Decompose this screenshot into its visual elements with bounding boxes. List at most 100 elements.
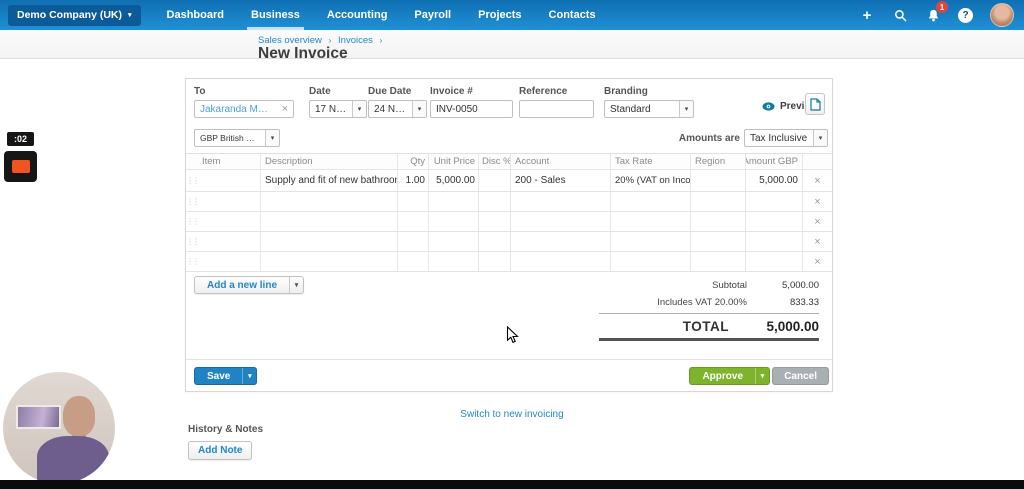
header-remove-column xyxy=(803,154,832,169)
header-qty: Qty xyxy=(398,154,429,169)
drag-handle-icon[interactable]: ⋮⋮ xyxy=(186,192,198,211)
switch-to-new-invoicing-link[interactable]: Switch to new invoicing xyxy=(460,409,563,420)
cell-description[interactable] xyxy=(261,192,398,211)
cancel-button[interactable]: Cancel xyxy=(772,367,829,385)
cell-description[interactable]: Supply and fit of new bathroom xyxy=(261,170,398,191)
nav-item-business[interactable]: Business xyxy=(247,0,304,30)
cell-description[interactable] xyxy=(261,252,398,271)
cell-account[interactable] xyxy=(511,212,611,231)
cell-unit-price[interactable] xyxy=(429,192,479,211)
branding-select[interactable]: Standard ▾ xyxy=(604,100,694,118)
branding-dropdown-icon[interactable]: ▾ xyxy=(679,101,693,117)
org-switcher[interactable]: Demo Company (UK) ▾ xyxy=(8,4,141,26)
cell-unit-price[interactable] xyxy=(429,232,479,251)
remove-row-icon[interactable]: × xyxy=(803,252,832,271)
cell-tax-rate[interactable] xyxy=(611,192,691,211)
to-field-group: To Jakaranda Maple ... × xyxy=(194,86,294,118)
chevron-down-icon: ▾ xyxy=(128,11,132,19)
due-date-field-group: Due Date 24 Nov 2021 ▾ xyxy=(368,86,427,118)
cell-amount[interactable] xyxy=(746,252,803,271)
cell-account[interactable] xyxy=(511,192,611,211)
cell-disc[interactable] xyxy=(479,212,511,231)
user-avatar[interactable] xyxy=(990,3,1014,27)
header-description: Description xyxy=(261,154,398,169)
drag-handle-icon[interactable]: ⋮⋮ xyxy=(186,170,198,191)
header-disc: Disc % xyxy=(479,154,511,169)
amounts-are-select[interactable]: Tax Inclusive ▾ xyxy=(744,129,828,147)
cell-disc[interactable] xyxy=(479,252,511,271)
cell-unit-price[interactable] xyxy=(429,252,479,271)
cell-description[interactable] xyxy=(261,232,398,251)
drag-handle-icon[interactable]: ⋮⋮ xyxy=(186,212,198,231)
nav-item-contacts[interactable]: Contacts xyxy=(549,0,596,30)
cell-item[interactable] xyxy=(198,192,261,211)
search-button[interactable] xyxy=(892,7,908,23)
amounts-are-dropdown-icon[interactable]: ▾ xyxy=(813,130,827,146)
cell-unit-price[interactable] xyxy=(429,212,479,231)
cell-amount[interactable] xyxy=(746,232,803,251)
cell-disc[interactable] xyxy=(479,192,511,211)
nav-item-projects[interactable]: Projects xyxy=(478,0,521,30)
due-date-dropdown-icon[interactable]: ▾ xyxy=(412,101,426,117)
cell-region[interactable] xyxy=(691,232,746,251)
cell-disc[interactable] xyxy=(479,232,511,251)
cell-unit-price[interactable]: 5,000.00 xyxy=(429,170,479,191)
cell-tax-rate[interactable]: 20% (VAT on Income) xyxy=(611,170,691,191)
add-new-button[interactable]: + xyxy=(859,7,875,23)
cell-disc[interactable] xyxy=(479,170,511,191)
cell-item[interactable] xyxy=(198,252,261,271)
date-dropdown-icon[interactable]: ▾ xyxy=(352,101,366,117)
date-input[interactable]: 17 Nov 2021 ▾ xyxy=(309,100,367,118)
nav-item-dashboard[interactable]: Dashboard xyxy=(167,0,224,30)
approve-button[interactable]: Approve ▾ xyxy=(689,367,770,385)
cell-qty[interactable]: 1.00 xyxy=(398,170,429,191)
cell-qty[interactable] xyxy=(398,252,429,271)
drag-handle-icon[interactable]: ⋮⋮ xyxy=(186,252,198,271)
remove-row-icon[interactable]: × xyxy=(803,232,832,251)
approve-dropdown-icon[interactable]: ▾ xyxy=(755,368,769,384)
cell-tax-rate[interactable] xyxy=(611,212,691,231)
save-button[interactable]: Save ▾ xyxy=(194,367,258,385)
cell-amount[interactable] xyxy=(746,212,803,231)
cell-account[interactable] xyxy=(511,232,611,251)
drag-handle-icon[interactable]: ⋮⋮ xyxy=(186,232,198,251)
save-dropdown-icon[interactable]: ▾ xyxy=(242,368,256,384)
add-line-dropdown-icon[interactable]: ▾ xyxy=(289,277,303,293)
cell-amount[interactable]: 5,000.00 xyxy=(746,170,803,191)
cell-description[interactable] xyxy=(261,212,398,231)
cell-tax-rate[interactable] xyxy=(611,232,691,251)
add-new-line-button[interactable]: Add a new line ▾ xyxy=(194,276,305,294)
currency-select[interactable]: GBP British Pound ▾ xyxy=(194,129,280,147)
clear-contact-icon[interactable]: × xyxy=(277,103,293,115)
cell-amount[interactable] xyxy=(746,192,803,211)
cell-account[interactable] xyxy=(511,252,611,271)
cell-item[interactable] xyxy=(198,212,261,231)
cell-item[interactable] xyxy=(198,170,261,191)
invoice-number-input[interactable]: INV-0050 xyxy=(430,100,513,118)
cell-region[interactable] xyxy=(691,170,746,191)
copy-invoice-button[interactable] xyxy=(805,93,825,115)
cell-region[interactable] xyxy=(691,252,746,271)
remove-row-icon[interactable]: × xyxy=(803,192,832,211)
add-note-button[interactable]: Add Note xyxy=(188,441,253,460)
cell-item[interactable] xyxy=(198,232,261,251)
nav-item-payroll[interactable]: Payroll xyxy=(414,0,451,30)
cell-qty[interactable] xyxy=(398,212,429,231)
remove-row-icon[interactable]: × xyxy=(803,212,832,231)
remove-row-icon[interactable]: × xyxy=(803,170,832,191)
notifications-button[interactable]: 1 xyxy=(925,1,948,23)
reference-input[interactable] xyxy=(519,100,594,118)
cell-qty[interactable] xyxy=(398,192,429,211)
cell-region[interactable] xyxy=(691,212,746,231)
stop-recording-button[interactable] xyxy=(4,151,37,182)
totals-bottom-rule xyxy=(599,338,819,341)
contact-input[interactable]: Jakaranda Maple ... × xyxy=(194,100,294,118)
cell-region[interactable] xyxy=(691,192,746,211)
currency-dropdown-icon[interactable]: ▾ xyxy=(265,130,279,146)
help-button[interactable]: ? xyxy=(958,7,973,23)
nav-item-accounting[interactable]: Accounting xyxy=(327,0,388,30)
cell-qty[interactable] xyxy=(398,232,429,251)
cell-tax-rate[interactable] xyxy=(611,252,691,271)
due-date-input[interactable]: 24 Nov 2021 ▾ xyxy=(368,100,427,118)
cell-account[interactable]: 200 - Sales xyxy=(511,170,611,191)
